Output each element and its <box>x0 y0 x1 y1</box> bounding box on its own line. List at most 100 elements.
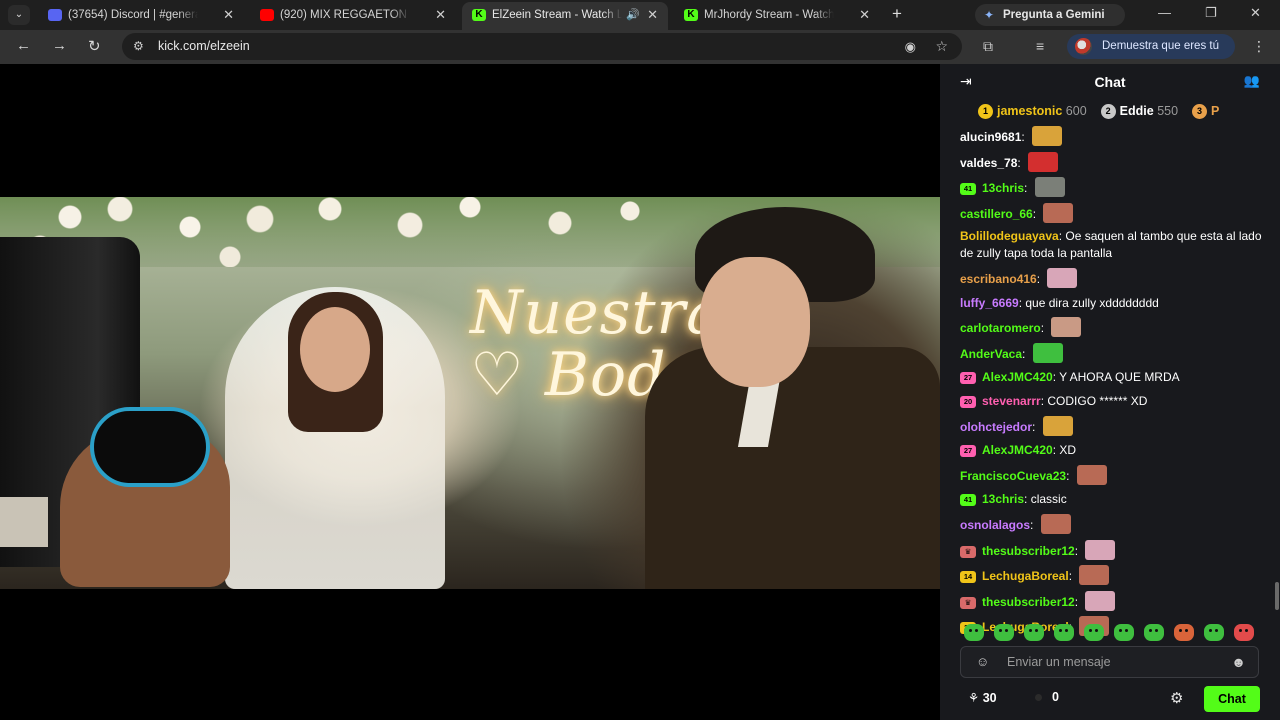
url-field[interactable]: ⚙ kick.com/elzeein ◉ ☆ <box>122 33 962 60</box>
quick-emote-icon[interactable] <box>1114 624 1134 642</box>
quick-emote-icon[interactable] <box>1054 624 1074 642</box>
points-value: 30 <box>982 691 997 705</box>
chat-username[interactable]: valdes_78 <box>960 156 1017 170</box>
chat-header: ⇥ Chat 👥 <box>940 64 1280 100</box>
chat-username[interactable]: osnolalagos <box>960 518 1030 532</box>
subscriber-badge[interactable]: 41 <box>960 494 976 507</box>
top-gifter[interactable]: 3P <box>1192 104 1219 119</box>
chat-title: Chat <box>1094 74 1126 90</box>
tab-youtube[interactable]: (920) MIX REGGAETON PERUANO ✕ <box>250 2 456 30</box>
reload-icon[interactable]: ↻ <box>88 37 101 55</box>
chat-message: 41 13chris: <box>960 177 1270 198</box>
chat-username[interactable]: Bolillodeguayava <box>960 229 1059 243</box>
chat-username[interactable]: carlotaromero <box>960 321 1041 335</box>
chat-username[interactable]: luffy_6669 <box>960 296 1019 310</box>
channel-points[interactable]: ⚘ 30 <box>968 690 997 705</box>
quick-emote-icon[interactable] <box>1024 624 1044 642</box>
chat-username[interactable]: castillero_66 <box>960 207 1033 221</box>
rank-badge: 1 <box>978 104 993 119</box>
quick-emote-icon[interactable] <box>994 624 1014 642</box>
video-frame[interactable]: Nuestra ♡ Boda <box>0 197 940 589</box>
quick-emote-icon[interactable] <box>1204 624 1224 642</box>
close-icon[interactable]: ✕ <box>647 2 658 28</box>
subscriber-badge[interactable]: 14 <box>960 571 976 584</box>
eye-off-icon[interactable]: ◉ <box>905 33 916 60</box>
tab-title: (37654) Discord | #general <box>68 9 198 21</box>
tab-mrjhordy[interactable]: K MrJhordy Stream - Watch Live ✕ <box>674 2 880 30</box>
video-player[interactable]: Nuestra ♡ Boda <box>0 64 940 720</box>
close-icon[interactable]: ✕ <box>435 2 446 28</box>
tab-elzeein[interactable]: K ElZeein Stream - Watch Live on Kick 🔊 … <box>462 2 668 30</box>
chat-message: castillero_66: <box>960 202 1270 223</box>
chat-username[interactable]: 13chris <box>982 181 1024 195</box>
chat-message: osnolalagos: <box>960 513 1270 534</box>
chat-username[interactable]: FranciscoCueva23 <box>960 469 1066 483</box>
subscriber-badge[interactable]: 27 <box>960 445 976 458</box>
kick-icon: K <box>684 9 698 21</box>
menu-kebab-icon[interactable]: ⋮ <box>1252 38 1266 55</box>
new-tab-icon[interactable]: + <box>892 4 902 24</box>
forward-icon[interactable]: → <box>52 37 67 54</box>
secondary-points[interactable]: 0 <box>1035 690 1059 704</box>
bookmark-star-icon[interactable]: ☆ <box>935 33 948 60</box>
rank-badge: 2 <box>1100 104 1116 119</box>
chat-username[interactable]: olohctejedor <box>960 420 1032 434</box>
quick-emote-icon[interactable] <box>1084 624 1104 642</box>
chat-username[interactable]: escribano416 <box>960 272 1037 286</box>
subscriber-badge[interactable]: ♛ <box>960 596 976 609</box>
chat-username[interactable]: alucin9681 <box>960 130 1021 144</box>
extensions-icon[interactable]: ⧉ <box>983 38 993 55</box>
back-icon[interactable]: ← <box>16 37 31 54</box>
gold-emote <box>1032 126 1063 146</box>
profile-button[interactable]: Demuestra que eres tú <box>1067 34 1235 59</box>
site-info-icon[interactable]: ⚙ <box>133 33 144 60</box>
subscriber-badge[interactable]: ♛ <box>960 545 976 558</box>
chat-message: 27 AlexJMC420: XD <box>960 441 1270 459</box>
chat-username[interactable]: AlexJMC420 <box>982 370 1053 384</box>
media-control-icon[interactable]: ≡ <box>1036 38 1044 54</box>
chat-scrollbar[interactable] <box>1275 582 1279 610</box>
subscriber-badge[interactable]: 20 <box>960 395 976 408</box>
chat-message: 14LechugaBoreal: <box>960 565 1270 586</box>
discord-icon <box>48 9 62 21</box>
settings-gear-icon[interactable]: ⚙ <box>1170 689 1183 707</box>
subscriber-badge[interactable]: 27 <box>960 372 976 385</box>
emoji-picker-icon[interactable]: ☻ <box>1231 647 1246 677</box>
subscriber-badge[interactable]: 41 <box>960 183 976 196</box>
chat-input[interactable]: ☺ Enviar un mensaje ☻ <box>960 646 1259 678</box>
speaker-icon[interactable]: 🔊 <box>626 2 640 28</box>
points-icon: ⚘ <box>968 691 983 705</box>
chat-username[interactable]: AlexJMC420 <box>982 443 1053 457</box>
pepe-gray-emote <box>1034 177 1065 198</box>
gemini-button[interactable]: ✦ Pregunta a Gemini <box>975 4 1125 26</box>
chat-username[interactable]: stevenarrr <box>982 394 1041 408</box>
tab-search-icon[interactable]: ⌄ <box>8 5 30 25</box>
send-chat-button[interactable]: Chat <box>1204 686 1260 712</box>
address-toolbar: ← → ↻ ⚙ kick.com/elzeein ◉ ☆ ⧉ ≡ Demuest… <box>0 30 1280 64</box>
quick-emote-icon[interactable] <box>1174 624 1194 642</box>
users-icon[interactable]: 👥 <box>1244 73 1260 89</box>
chat-username[interactable]: thesubscriber12 <box>982 544 1075 558</box>
chat-username[interactable]: thesubscriber12 <box>982 595 1075 609</box>
close-icon[interactable]: ✕ <box>223 2 234 28</box>
top-gifter[interactable]: 1 jamestonic 600 <box>978 104 1087 119</box>
quick-emote-icon[interactable] <box>1234 624 1254 642</box>
quick-emote-icon[interactable] <box>964 624 984 642</box>
chat-message: olohctejedor: <box>960 415 1270 436</box>
chat-identity-icon[interactable]: ☺ <box>976 647 989 677</box>
chat-username[interactable]: LechugaBoreal <box>982 569 1069 583</box>
tab-title: ElZeein Stream - Watch Live on Kick <box>492 9 622 21</box>
quick-emote-icon[interactable] <box>1144 624 1164 642</box>
tab-discord[interactable]: (37654) Discord | #general ✕ <box>38 2 244 30</box>
chat-message: 20 stevenarrr: CODIGO ****** XD <box>960 392 1270 410</box>
window-close-icon[interactable]: ✕ <box>1250 5 1261 21</box>
avatar <box>1075 38 1092 55</box>
pink-face-emote <box>1085 590 1116 611</box>
minimize-icon[interactable]: — <box>1158 5 1171 20</box>
close-icon[interactable]: ✕ <box>859 2 870 28</box>
chat-username[interactable]: AnderVaca <box>960 347 1022 361</box>
chat-username[interactable]: 13chris <box>982 492 1024 506</box>
restore-icon[interactable]: ❐ <box>1205 5 1217 21</box>
gemini-icon: ✦ <box>984 8 995 22</box>
top-gifter[interactable]: 2 Eddie 550 <box>1100 104 1178 119</box>
